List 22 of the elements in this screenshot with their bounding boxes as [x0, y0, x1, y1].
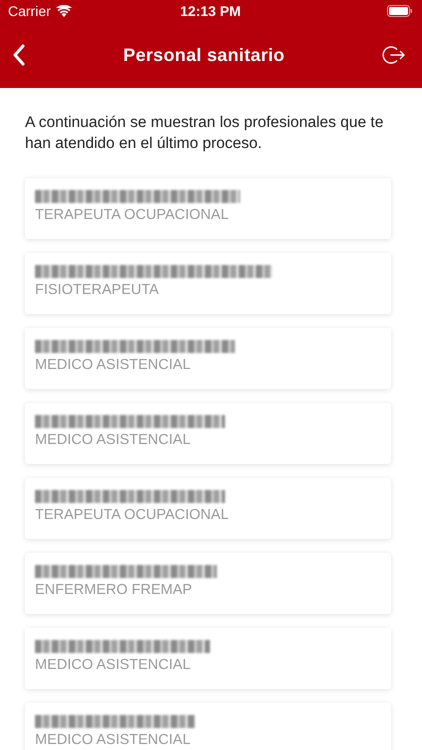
professional-card[interactable]: MEDICO ASISTENCIAL — [25, 628, 391, 689]
professional-card[interactable]: TERAPEUTA OCUPACIONAL — [25, 478, 391, 539]
role-label: MEDICO ASISTENCIAL — [35, 432, 192, 448]
screen-title: Personal sanitario — [123, 44, 285, 66]
role-label: ENFERMERO FREMAP — [35, 582, 194, 598]
intro-text: A continuación se muestran los profesionales que te han atendido en el último proceso. — [25, 113, 384, 154]
role-label: TERAPEUTA OCUPACIONAL — [35, 507, 230, 523]
professional-card[interactable]: FISIOTERAPEUTA — [25, 253, 391, 314]
role-label: FISIOTERAPEUTA — [35, 282, 160, 298]
role-label: MEDICO ASISTENCIAL — [35, 357, 192, 373]
status-time: 12:13 PM — [180, 3, 241, 19]
professional-card[interactable]: MEDICO ASISTENCIAL — [25, 403, 391, 464]
professional-card[interactable]: MEDICO ASISTENCIAL — [25, 703, 391, 750]
professional-card[interactable]: MEDICO ASISTENCIAL — [25, 328, 391, 389]
role-label: TERAPEUTA OCUPACIONAL — [35, 207, 230, 223]
role-label: MEDICO ASISTENCIAL — [35, 657, 192, 673]
battery-icon — [386, 5, 413, 17]
wifi-icon — [56, 5, 72, 17]
professional-card[interactable]: ENFERMERO FREMAP — [25, 553, 391, 614]
carrier-name: Carrier — [8, 3, 51, 19]
professional-card[interactable]: TERAPEUTA OCUPACIONAL — [25, 178, 391, 239]
role-label: MEDICO ASISTENCIAL — [35, 732, 192, 748]
